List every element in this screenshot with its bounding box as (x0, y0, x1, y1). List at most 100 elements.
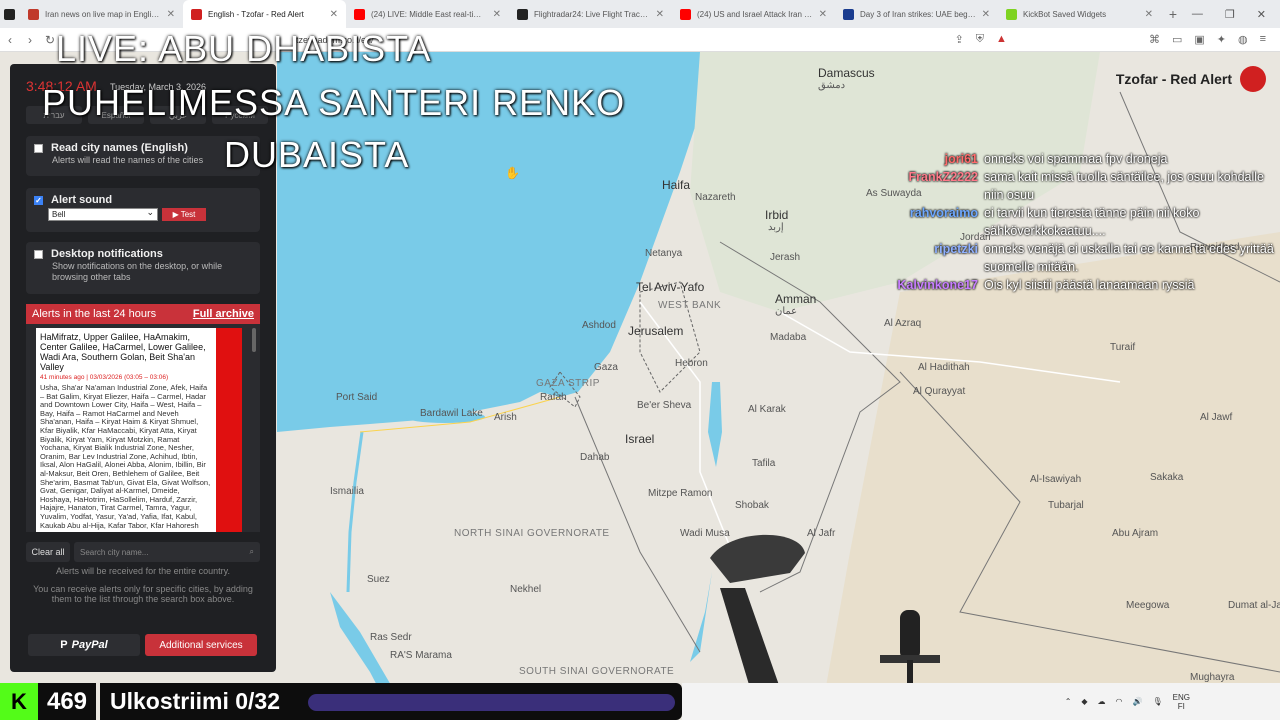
tab-favicon-icon (843, 8, 854, 20)
map-place-label: NORTH SINAI GOVERNORATE (454, 528, 610, 539)
map-place-label: Gaza (594, 362, 618, 373)
restore-icon[interactable]: ❐ (1225, 8, 1235, 21)
map-place-label: Ras Sedr (370, 632, 412, 643)
map-place-label: Al Qurayyat (913, 386, 966, 397)
search-row: Clear all Search city name... ⌕ (26, 542, 260, 562)
city-search-input[interactable]: Search city name... ⌕ (74, 542, 260, 562)
tab-close-icon[interactable]: ✕ (656, 9, 664, 20)
tab-label: English - Tzofar - Red Alert (208, 9, 304, 19)
onedrive-icon[interactable]: ☁ (1098, 697, 1106, 706)
shield-icon[interactable]: ⛨ (976, 33, 984, 46)
stream-title: Ulkostriimi 0/32 (100, 683, 682, 720)
browser-tab[interactable]: (24) LIVE: Middle East real-time cam ✕ (346, 0, 509, 28)
chat-username[interactable]: ripetzki (880, 240, 978, 276)
browser-tab[interactable]: Iran news on live map in English - C ✕ (20, 0, 183, 28)
chat-username[interactable]: Kalvinkone17 (880, 276, 978, 294)
minimize-icon[interactable]: — (1192, 8, 1203, 21)
language-indicator[interactable]: ENG FI (1173, 693, 1190, 711)
map-place-label: عمان (775, 306, 798, 317)
triangle-icon[interactable]: ▲ (996, 33, 1007, 46)
wifi-icon[interactable]: ◠ (1116, 697, 1123, 706)
mic-tray-icon[interactable]: 🎙 (1153, 697, 1163, 706)
map-place-label: Al Karak (748, 404, 786, 415)
desktop-notifications-checkbox[interactable] (34, 249, 43, 259)
chat-message: rahvoraimo ei tarvii kun tieresta tänne p… (880, 204, 1280, 240)
screen: Damascus دمشق Haifa Nazareth Irbid إربد Netany… (0, 0, 1280, 720)
chat-username[interactable]: FrankZ2222 (880, 168, 978, 204)
chevron-up-icon[interactable]: ⌃ (1065, 697, 1072, 706)
desktop-notifications-desc: Show notifications on the desktop, or wh… (52, 261, 223, 282)
wallet-icon[interactable]: ▣ (1194, 33, 1204, 46)
tab-close-icon[interactable]: ✕ (819, 9, 827, 20)
browser-tab[interactable]: Day 3 of Iran strikes: UAE begins re ✕ (835, 0, 998, 28)
chat-username[interactable]: jori61 (880, 150, 978, 168)
goal-progress-bar (308, 694, 675, 711)
tab-close-icon[interactable]: ✕ (982, 9, 990, 20)
alert-areas: HaMifratz, Upper Galilee, HaAmakim, Cent… (40, 332, 206, 372)
back-icon[interactable]: ‹ (0, 33, 20, 47)
map-place-label: Israel (625, 432, 655, 446)
caption-line-3: DUBAISTA (224, 134, 410, 175)
map-place-label: Turaif (1110, 342, 1136, 353)
window-controls: — ❐ ✕ (1192, 8, 1280, 21)
map-place-label: Sakaka (1150, 472, 1184, 483)
browser-tab[interactable]: Flightradar24: Live Flight Tracker - R ✕ (509, 0, 672, 28)
redalert-title: Tzofar - Red Alert (1115, 71, 1232, 87)
map-place-label: Ismailia (330, 486, 364, 497)
close-window-icon[interactable]: ✕ (1257, 8, 1266, 21)
chat-message: jori61 onneks voi spammaa fpv droneja (880, 150, 1280, 168)
alert-sound-select[interactable]: Bell (48, 207, 158, 221)
kick-logo-icon: K (0, 683, 38, 720)
browser-tab[interactable]: (24) US and Israel Attack Iran - LIVE ✕ (672, 0, 835, 28)
chat-message: FrankZ2222 sama kait missä tuolla säntäil… (880, 168, 1280, 204)
tab-favicon-icon (1006, 8, 1017, 20)
note-country: Alerts will be received for the entire c… (56, 566, 230, 576)
tab-close-icon[interactable]: ✕ (1145, 9, 1153, 20)
forward-icon[interactable]: › (20, 33, 40, 47)
map-place-label: Dumat al-Jandal (1228, 600, 1280, 611)
browser-tab[interactable]: KickBot Saved Widgets ✕ (998, 0, 1161, 28)
alert-sound-checkbox[interactable]: ✓ (34, 195, 43, 205)
map-place-label: Netanya (645, 248, 683, 259)
tab-label: Iran news on live map in English - C (45, 9, 161, 19)
caption-line-2: PUHELIMESSA SANTERI RENKO (42, 82, 626, 123)
map-place-label: Rafah (540, 392, 567, 403)
desktop-notifications-title: Desktop notifications (51, 248, 163, 260)
clear-all-button[interactable]: Clear all (26, 542, 70, 562)
stream-chat: jori61 onneks voi spammaa fpv droneja Fran… (880, 150, 1280, 294)
additional-services-button[interactable]: Additional services (145, 634, 257, 656)
map-place-label: Bardawil Lake (420, 408, 483, 419)
chat-text: onneks voi spammaa fpv droneja (984, 152, 1168, 166)
new-tab-icon[interactable]: + (1161, 6, 1185, 22)
map-place-label: Be'er Sheva (637, 400, 692, 411)
volume-icon[interactable]: 🔊 (1133, 697, 1143, 706)
tab-close-icon[interactable]: ✕ (167, 9, 175, 20)
tab-close-icon[interactable]: ✕ (330, 9, 338, 20)
map-place-label: Dahab (580, 452, 610, 463)
kick-favicon-icon (4, 8, 15, 20)
read-city-checkbox[interactable] (34, 143, 43, 153)
alert-sound-title: Alert sound (51, 194, 113, 206)
extensions-icon[interactable]: ⌘ (1149, 33, 1160, 46)
play-icon: ▶ (172, 210, 179, 219)
chat-text: Ois kyl siistii päästä lanaamaan ryssiä (984, 278, 1195, 292)
map-place-label: Abu Ajram (1112, 528, 1159, 539)
share-icon[interactable]: ⇪ (955, 33, 964, 46)
tab-close-icon[interactable]: ✕ (493, 9, 501, 20)
full-archive-link[interactable]: Full archive (193, 308, 254, 320)
vpn-icon[interactable]: ◍ (1238, 33, 1248, 46)
browser-tab[interactable]: English - Tzofar - Red Alert ✕ (183, 0, 346, 28)
alert-item[interactable]: HaMifratz, Upper Galilee, HaAmakim, Cent… (36, 328, 242, 532)
paypal-button[interactable]: P PayPal (28, 634, 140, 656)
chat-username[interactable]: rahvoraimo (880, 204, 978, 240)
map-place-label: Amman (775, 292, 817, 306)
dropbox-icon[interactable]: ◆ (1081, 697, 1087, 706)
test-sound-button[interactable]: ▶ Test (162, 208, 206, 221)
map-place-label: Al Jawf (1200, 412, 1233, 423)
read-city-title: Read city names (English) (51, 142, 188, 154)
sidebar-icon[interactable]: ▭ (1172, 33, 1182, 46)
ai-icon[interactable]: ✦ (1217, 33, 1226, 46)
menu-icon[interactable]: ≡ (1260, 33, 1266, 46)
alerts-list[interactable]: HaMifratz, Upper Galilee, HaAmakim, Cent… (26, 324, 260, 532)
alerts-scrollbar[interactable] (252, 328, 256, 352)
